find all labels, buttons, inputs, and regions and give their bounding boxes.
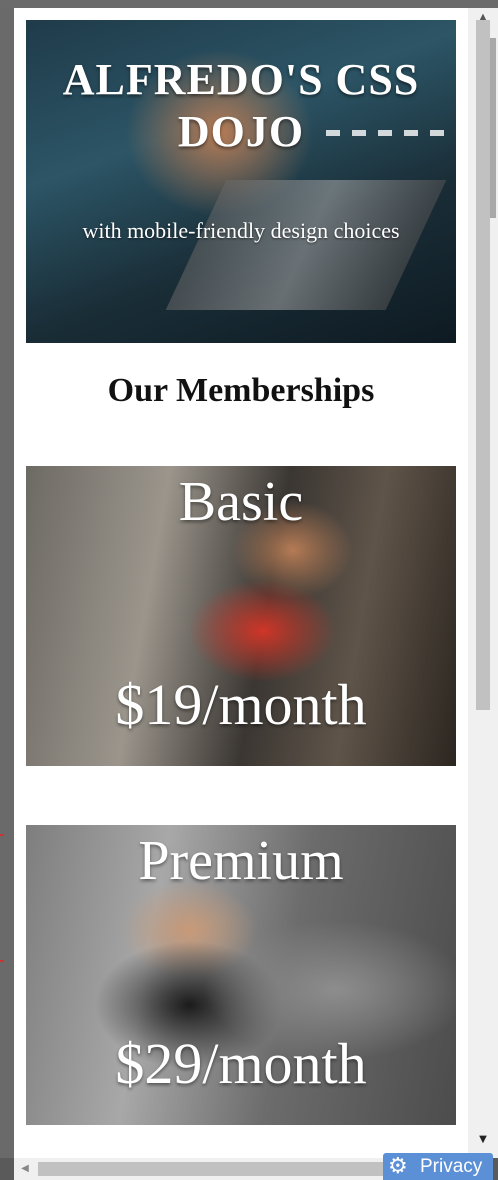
scroll-down-icon[interactable]: ▼ — [468, 1130, 498, 1150]
hero-bench-shape — [165, 180, 447, 310]
plan-price: $19/month — [115, 672, 367, 737]
outer-scrollbar-thumb[interactable] — [490, 38, 496, 218]
background-page-edge — [0, 8, 14, 1158]
window-top-strip — [0, 0, 498, 8]
scroll-left-icon[interactable]: ◀ — [16, 1158, 34, 1180]
membership-card-premium[interactable]: Premium $29/month — [26, 825, 456, 1125]
privacy-button[interactable]: ⚙ Privacy — [383, 1153, 493, 1180]
page-viewport: ALFREDO'S CSS DOJO with mobile-friendly … — [14, 8, 468, 1158]
plan-name: Premium — [138, 830, 344, 892]
memberships-heading: Our Memberships — [107, 372, 375, 409]
hero-banner: ALFREDO'S CSS DOJO with mobile-friendly … — [26, 20, 456, 343]
vertical-scrollbar[interactable]: ▲ ▼ — [468, 8, 498, 1158]
plan-name: Basic — [178, 471, 304, 533]
site-subtitle: with mobile-friendly design choices — [82, 218, 400, 243]
plan-price: $29/month — [115, 1031, 367, 1096]
membership-card-basic[interactable]: Basic $19/month — [26, 466, 456, 766]
privacy-label: Privacy — [420, 1156, 483, 1177]
site-title: ALFREDO'S CSS DOJO — [62, 55, 420, 156]
edge-mark — [0, 834, 4, 836]
edge-mark — [0, 960, 4, 962]
scrollbar-thumb[interactable] — [476, 20, 490, 710]
gear-icon: ⚙ — [388, 1154, 408, 1179]
